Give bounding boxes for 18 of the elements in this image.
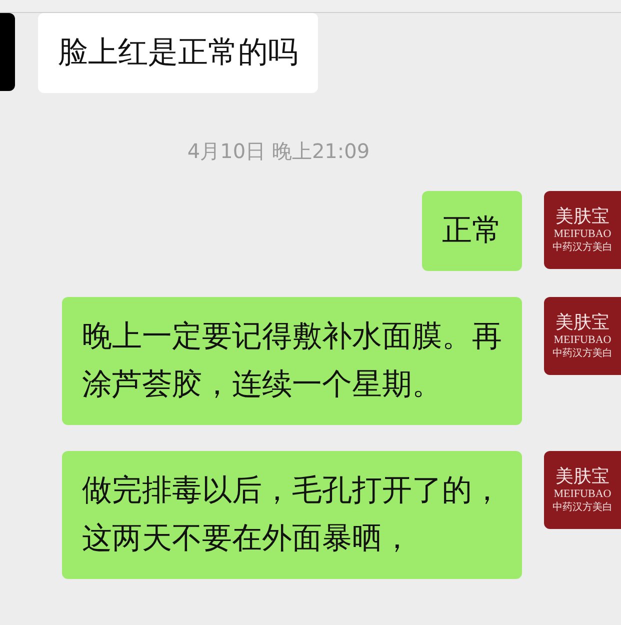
logo-text: 中药汉方美白 xyxy=(552,346,612,360)
logo-text: MEIFUBAO xyxy=(554,486,612,500)
logo-text: 美肤宝 xyxy=(556,466,610,486)
logo-text: 中药汉方美白 xyxy=(552,240,612,254)
avatar[interactable]: 美肤宝 MEIFUBAO 中药汉方美白 xyxy=(544,297,621,375)
logo-text: MEIFUBAO xyxy=(554,332,612,346)
logo-text: 美肤宝 xyxy=(556,312,610,332)
avatar[interactable]: 美肤宝 MEIFUBAO 中药汉方美白 xyxy=(544,191,621,269)
message-bubble: 做完排毒以后，毛孔打开了的， 这两天不要在外面暴晒， xyxy=(62,451,522,579)
timestamp: 4月10日 晚上21:09 xyxy=(187,138,370,165)
message-bubble: 晚上一定要记得敷补水面膜。再 涂芦荟胶，连续一个星期。 xyxy=(62,297,522,425)
message-bubble: 正常 xyxy=(422,191,522,271)
logo-text: 中药汉方美白 xyxy=(552,500,612,514)
avatar[interactable]: 美肤宝 MEIFUBAO 中药汉方美白 xyxy=(544,451,621,529)
logo-text: MEIFUBAO xyxy=(554,226,612,240)
message-bubble: 脸上红是正常的吗 xyxy=(38,13,318,93)
logo-text: 美肤宝 xyxy=(556,206,610,226)
avatar[interactable] xyxy=(0,13,15,91)
